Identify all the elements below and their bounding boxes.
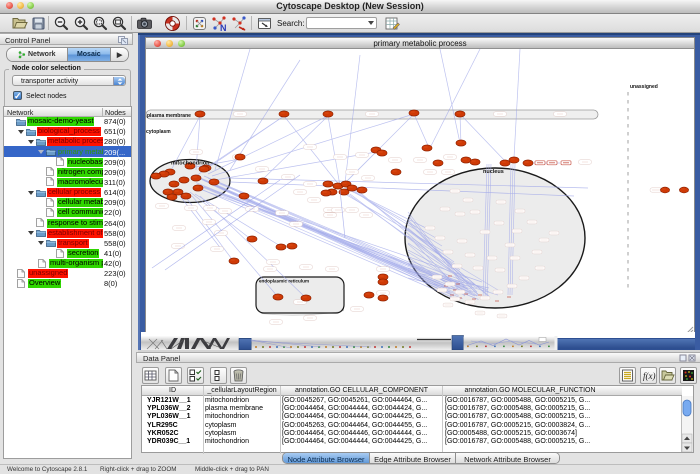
svg-text:unassigned: unassigned bbox=[630, 84, 658, 90]
svg-text:endoplasmic reticulum: endoplasmic reticulum bbox=[259, 279, 309, 284]
svg-text:f(x): f(x) bbox=[643, 371, 656, 381]
svg-text:plasma membrane: plasma membrane bbox=[147, 113, 191, 119]
svg-text:N: N bbox=[220, 23, 227, 32]
svg-text:mitochondrion: mitochondrion bbox=[171, 161, 210, 167]
svg-text:cytoplasm: cytoplasm bbox=[146, 129, 171, 135]
svg-text:nucleus: nucleus bbox=[483, 169, 504, 175]
